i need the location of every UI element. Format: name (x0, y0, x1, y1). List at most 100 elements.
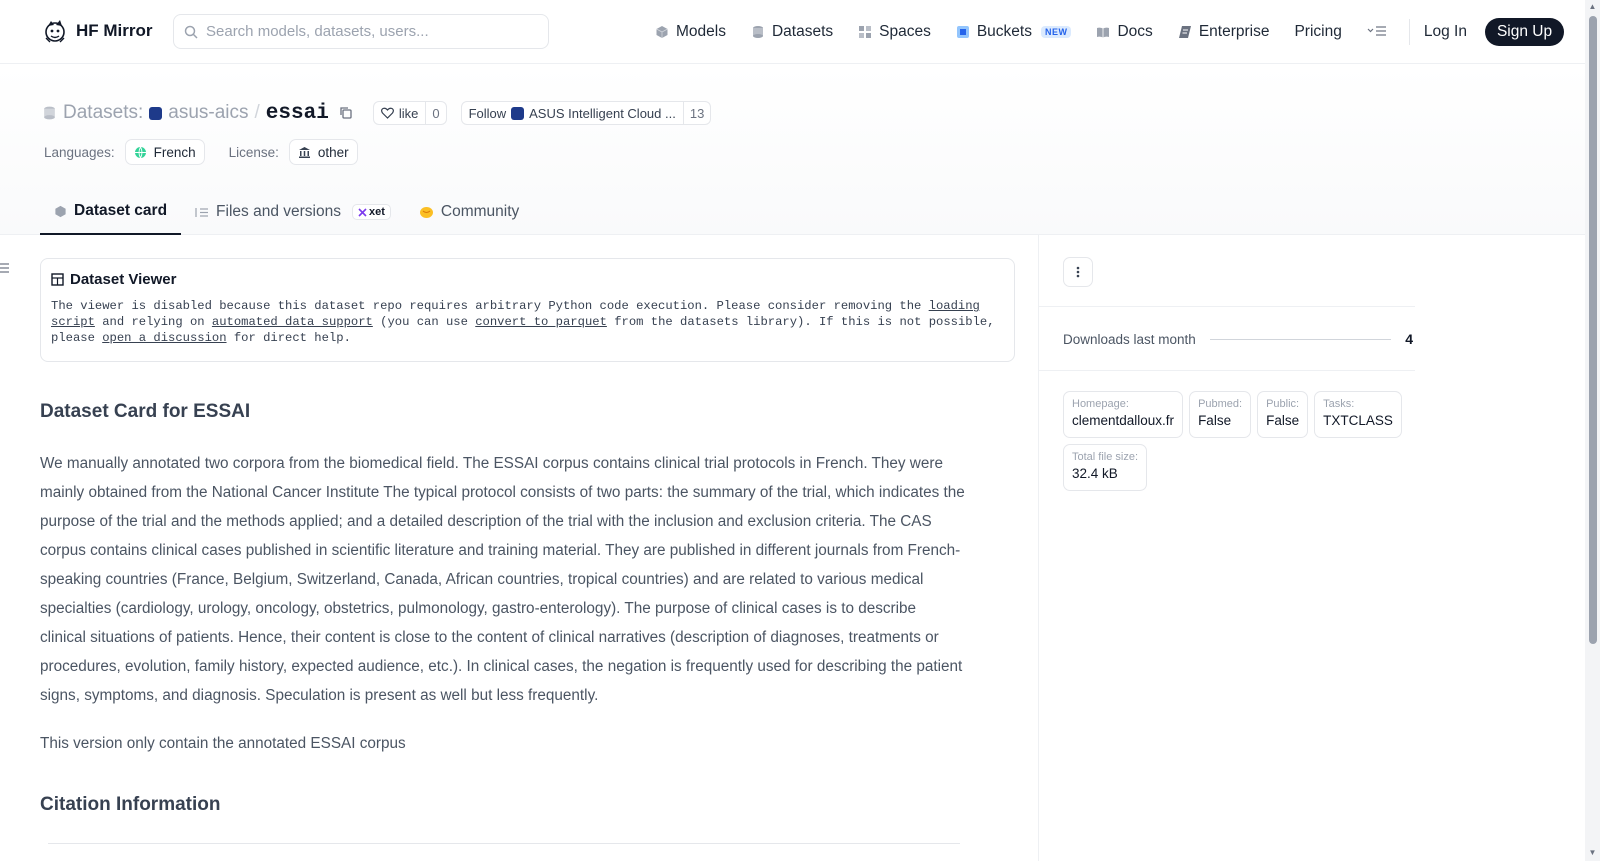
nav-models-label: Models (676, 23, 726, 40)
follow-org-name: ASUS Intelligent Cloud ... (529, 105, 676, 121)
table-icon (51, 273, 64, 286)
languages-label: Languages: (44, 144, 115, 160)
meta-key: Pubmed: (1198, 398, 1243, 410)
meta-value: False (1198, 413, 1232, 428)
nav-docs-label: Docs (1117, 23, 1153, 40)
tab-dataset-card-label: Dataset card (74, 202, 168, 219)
path-separator: / (254, 102, 260, 123)
follow-button[interactable]: Follow ASUS Intelligent Cloud ... 13 (460, 101, 712, 125)
nav-spaces-label: Spaces (879, 23, 931, 40)
page-scrollbar[interactable]: ▲ ▼ (1585, 0, 1600, 861)
license-tag[interactable]: other (288, 139, 358, 165)
nav-enterprise[interactable]: Enterprise (1178, 23, 1270, 41)
xet-label: xet (368, 206, 385, 218)
open-discussion-link[interactable]: open a discussion (102, 331, 226, 345)
nav-pricing-label: Pricing (1294, 23, 1342, 40)
viewer-text-1: The viewer is disabled because this data… (51, 299, 929, 313)
language-tag-label: French (153, 144, 196, 160)
meta-value: clementdalloux.fr (1072, 413, 1175, 428)
meta-card-tasks: Tasks: TXTCLASS (1314, 391, 1402, 438)
nav-docs[interactable]: Docs (1096, 23, 1153, 41)
downloads-value: 4 (1405, 331, 1413, 347)
meta-key: Tasks: (1323, 398, 1355, 410)
tab-community[interactable]: Community (405, 189, 533, 235)
repo-title: Datasets: asus-aics / essai like 0 Follo… (42, 101, 712, 125)
scrollbar-thumb[interactable] (1589, 16, 1597, 644)
files-icon (195, 207, 209, 217)
right-sidebar: Downloads last month 4 Homepage: clement… (1038, 235, 1585, 861)
hf-logo-icon (45, 20, 65, 43)
search-input[interactable] (206, 23, 526, 40)
follow-count: 13 (682, 102, 710, 124)
scroll-down-icon[interactable]: ▼ (1588, 848, 1597, 857)
follow-org-avatar (511, 106, 525, 120)
bucket-icon (956, 26, 969, 38)
meta-card-public: Public: False (1257, 391, 1309, 438)
sidebar-divider (1039, 370, 1415, 371)
nav-datasets[interactable]: Datasets (751, 23, 833, 41)
nav-enterprise-label: Enterprise (1198, 23, 1270, 40)
meta-card-homepage[interactable]: Homepage: clementdalloux.fr (1063, 391, 1184, 438)
viewer-text-3: (you can use (372, 315, 476, 329)
brand-name: HF Mirror (76, 21, 153, 40)
search-icon (184, 25, 198, 39)
nav-spaces[interactable]: Spaces (858, 23, 931, 41)
tab-dataset-card[interactable]: Dataset card (40, 189, 182, 235)
copy-icon[interactable] (339, 106, 353, 120)
scroll-up-icon[interactable]: ▲ (1588, 2, 1597, 11)
search-box[interactable] (173, 14, 549, 49)
menu-icon (0, 263, 9, 273)
automated-data-support-link[interactable]: automated data support (212, 315, 373, 329)
repo-tags-row: Languages: French License: other (44, 139, 358, 165)
chevron-menu-icon (1367, 25, 1386, 36)
repo-type-label[interactable]: Datasets: (63, 102, 143, 124)
like-segment: like (374, 102, 426, 124)
viewer-text-2: and relying on (94, 315, 212, 329)
xet-icon (358, 207, 367, 217)
brand-link[interactable]: HF Mirror (42, 18, 153, 44)
downloads-stat: Downloads last month 4 (1063, 331, 1413, 347)
nav-models[interactable]: Models (655, 23, 726, 41)
dataset-viewer-title: Dataset Viewer (51, 271, 1004, 288)
meta-card-pubmed: Pubmed: False (1189, 391, 1252, 438)
login-link[interactable]: Log In (1424, 23, 1467, 41)
grid-icon (859, 26, 872, 38)
repo-name[interactable]: essai (266, 102, 329, 125)
book-icon (1097, 27, 1110, 38)
nav-more-menu[interactable] (1367, 25, 1387, 40)
toc-toggle[interactable] (0, 262, 9, 277)
nav-divider (1408, 19, 1410, 45)
kebab-icon (1076, 266, 1080, 278)
language-tag[interactable]: French (124, 139, 205, 165)
like-button[interactable]: like 0 (372, 101, 447, 125)
convert-to-parquet-link[interactable]: convert to parquet (475, 315, 607, 329)
meta-value: 32.4 kB (1072, 466, 1118, 481)
cube-icon (55, 205, 66, 217)
tab-files-and-versions[interactable]: Files and versions xet (181, 189, 405, 235)
code-block-edge (48, 843, 960, 844)
follow-segment: Follow ASUS Intelligent Cloud ... (462, 102, 683, 124)
meta-key: Homepage: (1072, 398, 1129, 410)
signup-button[interactable]: Sign Up (1484, 18, 1565, 46)
top-navbar: HF Mirror Models Datasets Spaces Buckets… (0, 0, 1585, 64)
database-icon (752, 26, 763, 38)
tab-files-label: Files and versions (216, 203, 341, 220)
sidebar-divider (1039, 306, 1415, 307)
xet-badge: xet (351, 204, 391, 220)
repo-header: Datasets: asus-aics / essai like 0 Follo… (0, 65, 1585, 235)
nav-buckets[interactable]: Buckets NEW (956, 23, 1072, 41)
tab-community-label: Community (440, 203, 520, 220)
dataset-viewer-notice: Dataset Viewer The viewer is disabled be… (40, 258, 1015, 362)
more-options-button[interactable] (1063, 257, 1093, 287)
license-tag-label: other (317, 144, 349, 160)
nav-pricing[interactable]: Pricing (1294, 23, 1341, 41)
card-heading: Dataset Card for ESSAI (40, 401, 251, 422)
citation-heading: Citation Information (40, 794, 221, 815)
meta-key: Public: (1266, 398, 1300, 410)
meta-value: TXTCLASS (1323, 413, 1393, 428)
meta-key: Total file size: (1072, 451, 1139, 463)
license-label: License: (228, 144, 279, 160)
cube-icon (656, 26, 668, 38)
globe-icon (134, 146, 146, 159)
org-link[interactable]: asus-aics (168, 102, 248, 124)
